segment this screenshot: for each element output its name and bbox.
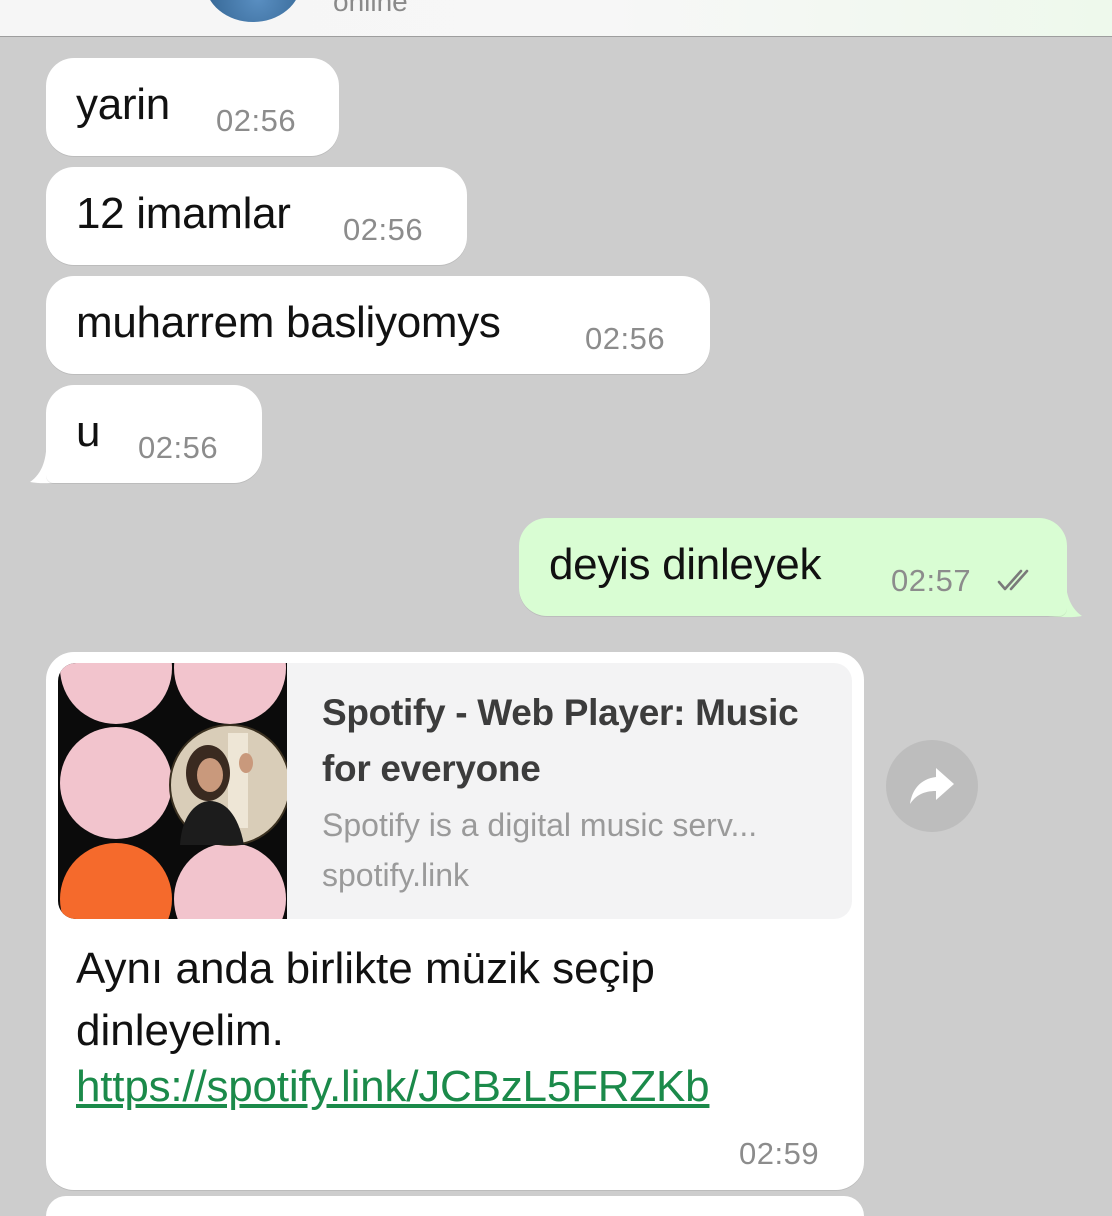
message-text: muharrem basliyomys	[76, 298, 501, 347]
incoming-link-message[interactable]: Spotify - Web Player: Music for everyone…	[46, 652, 864, 1190]
link-preview-card[interactable]: Spotify - Web Player: Music for everyone…	[58, 663, 852, 919]
forward-button[interactable]	[886, 740, 978, 832]
message-time: 02:56	[585, 321, 666, 356]
link-preview-title: Spotify - Web Player: Music for everyone	[322, 692, 799, 789]
message-text: deyis dinleyek	[549, 540, 822, 589]
message-time: 02:56	[138, 430, 219, 465]
message-text: 12 imamlar	[76, 189, 291, 238]
message-time: 02:57	[891, 563, 972, 598]
spotify-link[interactable]: https://spotify.link/JCBzL5FRZKb	[76, 1062, 710, 1112]
outgoing-message[interactable]: deyis dinleyek 02:57	[519, 518, 1067, 616]
message-text: Aynı anda birlikte müzik seçip dinleyeli…	[76, 944, 655, 1055]
spotify-thumbnail	[58, 663, 287, 919]
incoming-message[interactable]: yarin 02:56	[46, 58, 339, 156]
link-preview-domain: spotify.link	[322, 857, 470, 893]
incoming-message[interactable]: muharrem basliyomys 02:56	[46, 276, 710, 374]
contact-avatar[interactable]	[205, 0, 301, 22]
incoming-message[interactable]: u 02:56	[46, 385, 262, 483]
link-preview-description: Spotify is a digital music serv...	[322, 807, 758, 843]
incoming-message[interactable]: 12 imamlar 02:56	[46, 167, 467, 265]
incoming-message-partial[interactable]	[46, 1196, 864, 1216]
chat-header: online	[0, 0, 1112, 37]
message-time: 02:59	[739, 1136, 820, 1171]
message-time: 02:56	[216, 103, 297, 138]
message-text: yarin	[76, 80, 170, 129]
double-check-icon	[997, 569, 1029, 591]
message-time: 02:56	[343, 212, 424, 247]
contact-status: online	[333, 0, 408, 17]
forward-icon	[910, 768, 954, 804]
message-text: u	[76, 407, 101, 456]
